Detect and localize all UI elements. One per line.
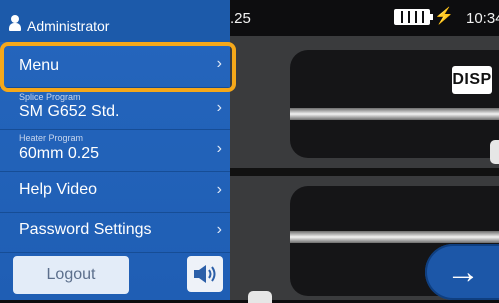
arrow-right-icon: → bbox=[446, 253, 480, 291]
sidebar-item-help-video[interactable]: Help Video › bbox=[0, 172, 230, 213]
chevron-right-icon: › bbox=[216, 221, 222, 238]
sidebar-item-value: 60mm 0.25 bbox=[19, 145, 100, 162]
battery-icon bbox=[394, 9, 433, 25]
side-panel-tab[interactable] bbox=[490, 140, 499, 164]
bottom-panel-tab[interactable] bbox=[248, 291, 272, 303]
sidebar-item-caption: Splice Program bbox=[19, 92, 81, 102]
sidebar-item-caption: Heater Program bbox=[19, 133, 84, 143]
chevron-right-icon: › bbox=[216, 181, 222, 198]
clock: 10:34 bbox=[466, 10, 499, 27]
logout-button[interactable]: Logout bbox=[13, 256, 129, 294]
menu-highlight-frame bbox=[0, 42, 236, 92]
user-icon bbox=[9, 15, 21, 31]
sidebar-item-label: Password Settings bbox=[19, 221, 152, 238]
view-divider bbox=[228, 168, 499, 176]
sidebar-header: Administrator bbox=[0, 0, 230, 42]
sidebar-item-label: Help Video bbox=[19, 181, 97, 198]
sidebar-item-splice-program[interactable]: Splice Program SM G652 Std. › bbox=[0, 88, 230, 130]
next-button[interactable]: → bbox=[425, 244, 499, 300]
chevron-right-icon: › bbox=[216, 140, 222, 157]
sidebar-item-heater-program[interactable]: Heater Program 60mm 0.25 › bbox=[0, 130, 230, 172]
status-bar: .25 ⚡ 10:34 bbox=[228, 0, 499, 36]
camera-view-x bbox=[228, 36, 499, 168]
sound-button[interactable] bbox=[187, 256, 223, 292]
disp-button[interactable]: DISP bbox=[452, 66, 492, 94]
status-left-text: .25 bbox=[230, 10, 251, 27]
sidebar-item-value: SM G652 Std. bbox=[19, 103, 120, 120]
sidebar-item-password-settings[interactable]: Password Settings › bbox=[0, 213, 230, 253]
chevron-right-icon: › bbox=[216, 99, 222, 116]
charging-icon: ⚡ bbox=[434, 8, 454, 25]
user-role: Administrator bbox=[27, 18, 110, 34]
fiber-image bbox=[290, 108, 499, 120]
speaker-icon bbox=[194, 265, 216, 283]
fiber-image bbox=[290, 231, 499, 243]
